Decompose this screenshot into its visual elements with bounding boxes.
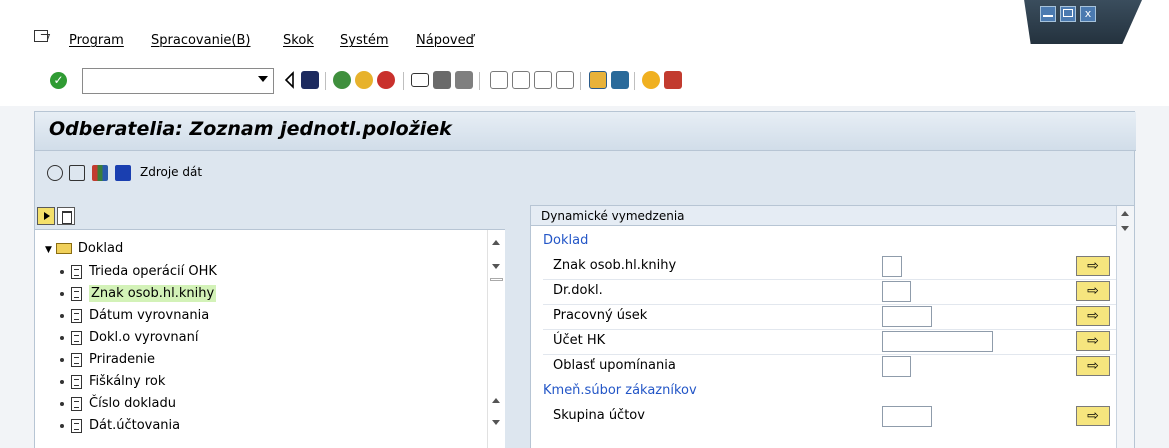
- oblast-upominania-input[interactable]: [882, 356, 911, 377]
- scroll-down-icon[interactable]: [492, 264, 500, 269]
- data-sources-button[interactable]: Zdroje dát: [140, 165, 202, 179]
- page-title: Odberatelia: Zoznam jednotl.položiek: [49, 118, 452, 140]
- section-doklad: Doklad: [543, 233, 589, 248]
- scroll-down-icon[interactable]: [1121, 226, 1129, 231]
- scroll-up-icon[interactable]: [492, 240, 500, 245]
- tree-scrollbar[interactable]: [487, 230, 505, 448]
- document-icon: [71, 396, 82, 411]
- document-icon: [71, 418, 82, 433]
- green-back-icon[interactable]: [333, 71, 351, 89]
- command-field[interactable]: [82, 68, 274, 94]
- tree-node[interactable]: Číslo dokladu: [60, 396, 176, 418]
- section-kmen: Kmeň.súbor zákazníkov: [543, 383, 697, 398]
- copy-variant-icon[interactable]: [69, 165, 85, 181]
- help-icon[interactable]: [642, 71, 660, 89]
- scroll-thumb[interactable]: [490, 278, 503, 281]
- field-tree: ▼ Doklad Trieda operácií OHK Znak osob.hl…: [35, 229, 505, 448]
- info-icon[interactable]: [115, 165, 131, 181]
- command-input[interactable]: [83, 69, 253, 91]
- check-icon[interactable]: ✓: [50, 72, 67, 89]
- dr-dokl-input[interactable]: [882, 281, 911, 302]
- menu-system[interactable]: Systém: [340, 33, 388, 48]
- find-next-icon[interactable]: [455, 71, 473, 89]
- next-page-icon[interactable]: [534, 71, 552, 89]
- menu-exit-icon[interactable]: [34, 30, 48, 42]
- ucet-hk-input[interactable]: [882, 331, 993, 352]
- close-icon[interactable]: x: [1080, 6, 1096, 22]
- scroll-down-icon[interactable]: [492, 420, 500, 425]
- standard-toolbar: ✓: [0, 58, 1169, 106]
- arrow-right-icon[interactable]: ⇨: [1076, 256, 1110, 276]
- tree-toolbar: [35, 205, 506, 227]
- field-label: Skupina účtov: [553, 408, 645, 423]
- dynamic-selections-panel: Dynamické vymedzenia Doklad Znak osob.hl…: [530, 205, 1135, 448]
- arrow-right-icon[interactable]: ⇨: [1076, 281, 1110, 301]
- color-legend-icon[interactable]: [92, 165, 108, 181]
- znak-osob-input[interactable]: [882, 256, 902, 277]
- minimize-icon[interactable]: [1040, 6, 1056, 22]
- cancel-icon[interactable]: [377, 71, 395, 89]
- tree-root-doklad[interactable]: ▼ Doklad: [45, 241, 123, 256]
- folder-icon: [55, 243, 72, 254]
- field-label: Účet HK: [553, 333, 606, 348]
- layout-icon[interactable]: [664, 71, 682, 89]
- tree-node[interactable]: Dokl.o vyrovnaní: [60, 330, 198, 352]
- arrow-right-icon[interactable]: ⇨: [1076, 306, 1110, 326]
- document-icon: [71, 286, 82, 301]
- tree-node[interactable]: Priradenie: [60, 352, 155, 374]
- save-icon[interactable]: [301, 71, 319, 89]
- field-label: Pracovný úsek: [553, 308, 648, 323]
- new-session-icon[interactable]: [589, 71, 607, 89]
- arrow-right-icon[interactable]: ⇨: [1076, 406, 1110, 426]
- document-icon: [71, 330, 82, 345]
- title-bar: Odberatelia: Zoznam jednotl.položiek: [35, 112, 1136, 151]
- panel-scrollbar[interactable]: [1116, 206, 1134, 448]
- tree-node[interactable]: Fiškálny rok: [60, 374, 165, 396]
- menu-program[interactable]: Program: [69, 33, 124, 48]
- chevron-down-icon[interactable]: [258, 76, 268, 82]
- trash-icon[interactable]: [57, 207, 75, 225]
- tree-node[interactable]: Dát.účtovania: [60, 418, 180, 440]
- menu-spracovanie[interactable]: Spracovanie(B): [151, 33, 251, 48]
- arrow-right-icon[interactable]: ⇨: [1076, 356, 1110, 376]
- find-icon[interactable]: [433, 71, 451, 89]
- application-toolbar: Zdroje dát: [35, 152, 1136, 192]
- exit-icon[interactable]: [355, 71, 373, 89]
- scroll-up-icon[interactable]: [492, 398, 500, 403]
- last-page-icon[interactable]: [556, 71, 574, 89]
- panel-header: Dynamické vymedzenia: [531, 206, 1134, 226]
- tree-node[interactable]: Dátum vyrovnania: [60, 308, 209, 330]
- back-icon[interactable]: [284, 71, 294, 89]
- skupina-uctov-input[interactable]: [882, 406, 932, 427]
- maximize-icon[interactable]: [1060, 6, 1076, 22]
- menu-bar: Program Spracovanie(B) Skok Systém Nápov…: [0, 0, 1169, 58]
- tree-node[interactable]: Znak osob.hl.knihy: [60, 285, 217, 308]
- print-icon[interactable]: [411, 73, 429, 87]
- document-icon: [71, 264, 82, 279]
- document-icon: [71, 308, 82, 323]
- menu-skok[interactable]: Skok: [283, 33, 314, 48]
- scroll-up-icon[interactable]: [1121, 211, 1129, 216]
- field-label: Dr.dokl.: [553, 283, 603, 298]
- menu-napoved[interactable]: Nápoveď: [416, 33, 474, 48]
- window-controls: x: [1011, 0, 1142, 44]
- first-page-icon[interactable]: [490, 71, 508, 89]
- document-icon: [71, 374, 82, 389]
- tree-node[interactable]: Trieda operácií OHK: [60, 264, 217, 286]
- document-icon: [71, 352, 82, 367]
- shortcut-icon[interactable]: [611, 71, 629, 89]
- arrow-right-icon[interactable]: ⇨: [1076, 331, 1110, 351]
- field-label: Znak osob.hl.knihy: [553, 258, 677, 273]
- execute-clock-icon[interactable]: [47, 165, 63, 181]
- main-panel: Odberatelia: Zoznam jednotl.položiek Zdr…: [34, 111, 1136, 448]
- field-label: Oblasť upomínania: [553, 358, 676, 373]
- prev-page-icon[interactable]: [512, 71, 530, 89]
- pracovny-usek-input[interactable]: [882, 306, 932, 327]
- expand-button[interactable]: [37, 207, 55, 225]
